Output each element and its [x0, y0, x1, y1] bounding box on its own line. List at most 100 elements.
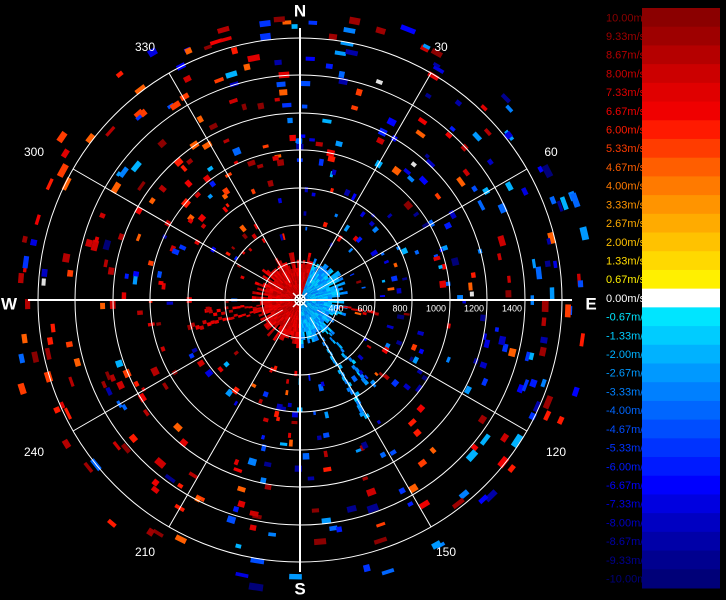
- echo-gate: [273, 410, 280, 418]
- echo-gate: [549, 195, 557, 205]
- echo-gate: [278, 89, 288, 96]
- echo-gate: [375, 521, 386, 528]
- echo-gate: [443, 221, 453, 230]
- radial-line-300: [72, 168, 283, 291]
- echo-gate: [376, 136, 385, 145]
- echo-gate: [300, 339, 304, 345]
- echo-gate: [540, 378, 547, 388]
- range-label-400: 400: [328, 303, 343, 313]
- range-label-1400: 1400: [502, 303, 522, 313]
- echo-gate: [222, 206, 229, 213]
- scale-label: -0.67m/s: [606, 312, 649, 324]
- echo-gate: [325, 63, 334, 70]
- echo-gate: [68, 376, 75, 387]
- echo-gate: [202, 319, 207, 325]
- echo-gate: [146, 527, 156, 537]
- scale-label: -8.00m/s: [606, 517, 649, 529]
- bearing-label-210: 210: [135, 545, 155, 559]
- echo-gate: [276, 159, 285, 167]
- echo-gate: [445, 356, 451, 363]
- echo-gate: [343, 188, 351, 197]
- echo-gate: [262, 144, 269, 149]
- echo-gate: [395, 339, 403, 346]
- echo-gate: [540, 336, 548, 344]
- scale-swatch: [642, 475, 720, 495]
- bearing-label-120: 120: [546, 445, 566, 459]
- echo-gate: [285, 390, 289, 396]
- echo-gate: [424, 153, 430, 159]
- echo-gate: [383, 259, 390, 265]
- echo-gate: [564, 304, 572, 318]
- echo-gate: [116, 380, 125, 390]
- scale-label: 0.00m/s: [606, 293, 646, 305]
- echo-gate: [410, 343, 418, 351]
- radial-line-30: [309, 72, 432, 283]
- echo-gate: [351, 308, 356, 311]
- echo-gate: [154, 457, 167, 469]
- scale-swatch: [642, 438, 720, 458]
- echo-gate: [486, 158, 494, 166]
- echo-gate: [291, 24, 298, 29]
- echo-gate: [73, 357, 82, 368]
- scale-label: 3.33m/s: [606, 199, 646, 211]
- echo-gate: [44, 347, 52, 361]
- echo-gate: [150, 485, 160, 495]
- echo-gate: [343, 224, 351, 232]
- echo-gate: [531, 258, 537, 269]
- echo-gate: [413, 428, 422, 438]
- echo-gate: [246, 314, 251, 318]
- echo-gate: [18, 353, 26, 364]
- bearing-label-60: 60: [544, 145, 558, 159]
- echo-gate: [406, 175, 415, 183]
- echo-gate: [252, 291, 257, 295]
- echo-gate: [169, 100, 182, 111]
- echo-gate: [500, 93, 512, 104]
- echo-gate: [151, 478, 160, 487]
- echo-gate: [34, 214, 41, 226]
- scale-label: -3.33m/s: [606, 386, 649, 398]
- echo-gate: [220, 311, 226, 316]
- scale-label: 8.67m/s: [606, 50, 646, 62]
- echo-gate: [56, 163, 69, 178]
- echo-gate: [331, 169, 337, 176]
- scale-label: -9.33m/s: [606, 555, 649, 567]
- echo-gate: [224, 172, 233, 179]
- echo-gate: [542, 395, 554, 410]
- echo-gate: [549, 287, 555, 301]
- echo-gate: [222, 138, 230, 144]
- echo-gate: [417, 330, 425, 336]
- echo-gate: [577, 280, 584, 288]
- echo-gate: [324, 411, 330, 419]
- echo-gate: [376, 419, 382, 425]
- echo-gate: [403, 167, 412, 176]
- echo-gate: [296, 343, 300, 349]
- echo-gate: [393, 262, 398, 268]
- radar-polar-display[interactable]: N S W E 330 30 300 60 240 120 210 150 400 600 800 1000 1…: [0, 0, 600, 600]
- echo-gate: [260, 434, 266, 440]
- echo-gate: [389, 449, 397, 456]
- echo-gate: [277, 197, 283, 204]
- bearing-label-240: 240: [24, 445, 44, 459]
- echo-gate: [350, 105, 359, 111]
- scale-swatch: [642, 195, 720, 215]
- echo-gate: [579, 226, 590, 241]
- echo-gate: [22, 255, 30, 269]
- echo-gate: [305, 56, 315, 62]
- scale-swatch: [642, 307, 720, 327]
- echo-gate: [233, 313, 239, 317]
- echo-gate: [391, 165, 402, 176]
- echo-gate: [458, 489, 470, 500]
- echo-gate: [257, 102, 265, 110]
- scale-swatch: [642, 326, 720, 346]
- echo-gate: [334, 213, 339, 218]
- echo-gate: [63, 407, 73, 420]
- echo-gate: [308, 20, 318, 25]
- echo-gate: [197, 213, 207, 223]
- echo-gate: [41, 268, 48, 278]
- echo-gate: [255, 296, 261, 300]
- echo-gate: [477, 414, 488, 425]
- echo-gate: [65, 341, 74, 348]
- echo-gate: [462, 168, 471, 177]
- echo-gate: [412, 356, 420, 364]
- scale-swatch: [642, 82, 720, 103]
